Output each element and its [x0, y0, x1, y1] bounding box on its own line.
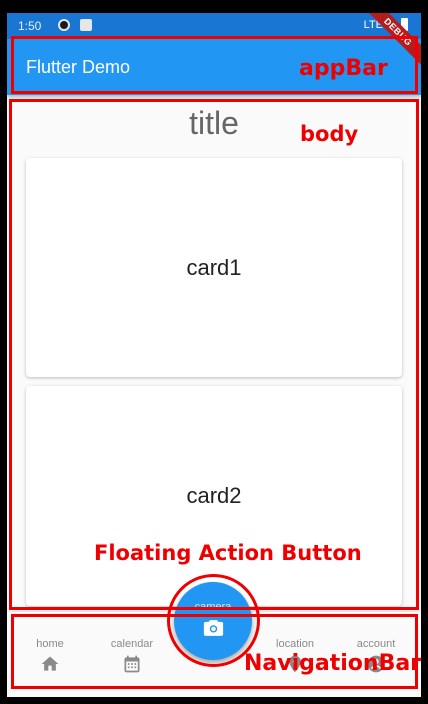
battery-icon — [401, 18, 408, 31]
body-annotation-label: body — [300, 122, 359, 146]
data-saver-icon — [58, 19, 70, 31]
network-type: LTE — [363, 19, 383, 31]
status-time: 1:50 — [18, 19, 42, 33]
app-bar-annotation-label: appBar — [299, 56, 388, 81]
navigation-bar-annotation-label: NavigationBar — [244, 651, 422, 676]
sd-card-icon — [80, 19, 92, 31]
fab-annotation-label: Floating Action Button — [94, 541, 362, 565]
body-annotation-box — [9, 99, 419, 610]
